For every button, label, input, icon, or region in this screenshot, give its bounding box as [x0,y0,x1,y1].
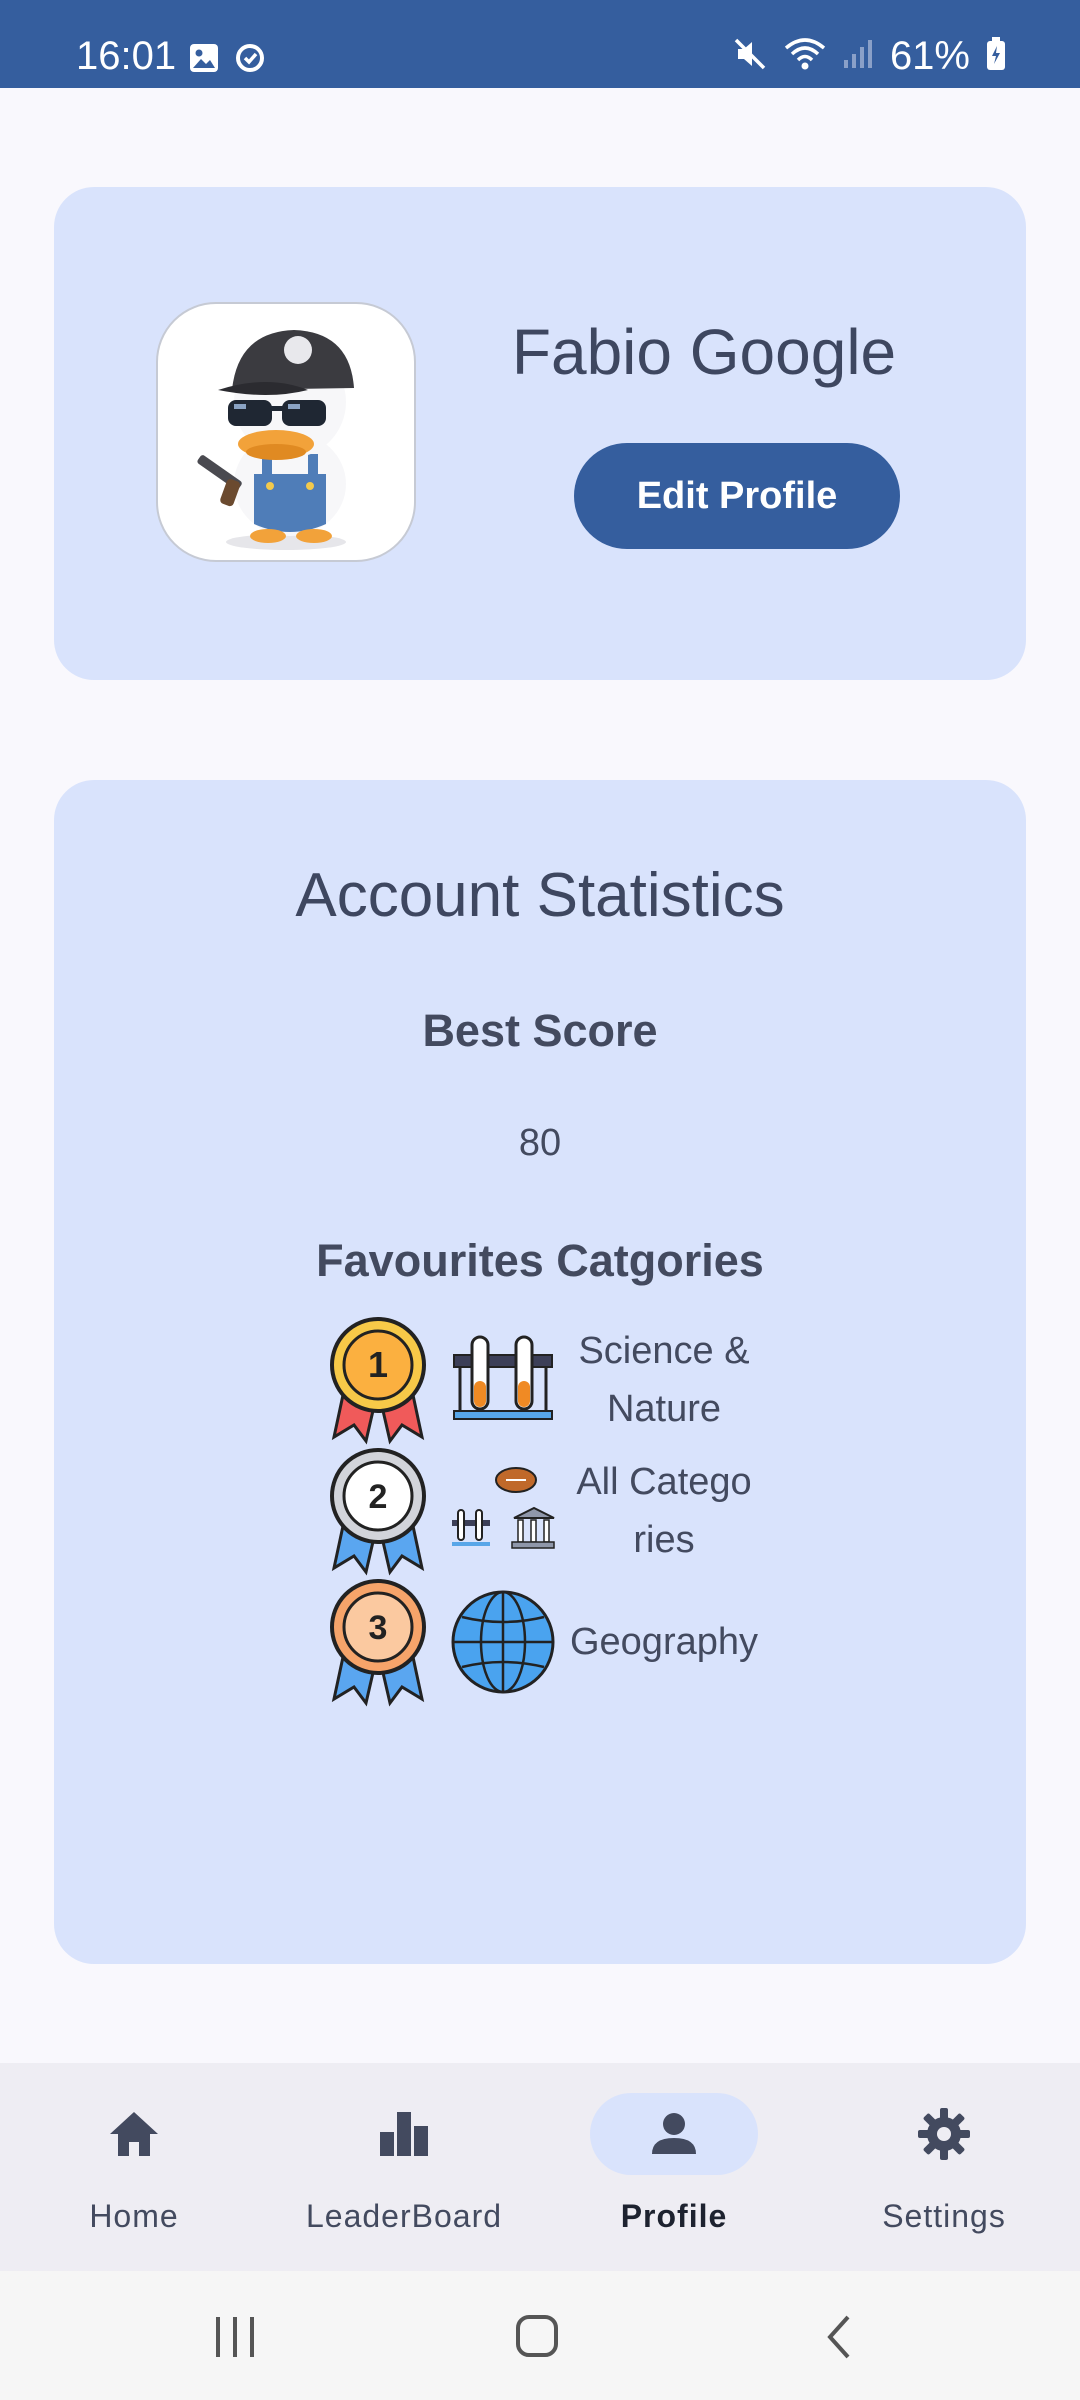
stats-title: Account Statistics [295,861,785,930]
profile-card: Fabio Google Edit Profile [54,187,1026,680]
account-statistics-card: Account Statistics Best Score 80 Favouri… [54,780,1026,1964]
favourite-category-row: 3 Geography [324,1577,804,1707]
avatar[interactable] [156,302,416,562]
battery-percent: 61% [889,34,970,78]
signal-icon [842,38,874,75]
back-icon[interactable] [822,2313,856,2361]
nav-item-home[interactable]: Home [4,2093,264,2253]
bottom-navigation: Home LeaderBoard Profile Settings [0,2063,1080,2271]
favourites-label: Favourites Catgories [316,1235,764,1286]
medal-rank: 2 [369,1478,388,1516]
best-score-value: 80 [518,1122,562,1164]
image-icon [188,42,220,79]
nav-item-settings[interactable]: Settings [814,2093,1074,2253]
category-name: All Catego ries [576,1461,752,1561]
category-name: Geography [569,1621,758,1663]
wifi-icon [784,36,826,77]
status-time: 16:01 [76,34,177,78]
gear-icon [918,2108,970,2160]
battery-icon [986,37,1006,76]
status-bar: 16:01 61% [0,0,1080,88]
bronze-medal-icon: 3 [330,1579,426,1707]
duck-avatar-icon [197,330,354,550]
nav-label-home: Home [89,2198,179,2234]
nav-item-profile[interactable]: Profile [544,2093,804,2253]
mute-icon [732,36,768,77]
silver-medal-icon: 2 [330,1448,426,1576]
nav-label-settings: Settings [882,2198,1006,2234]
home-icon [110,2112,158,2156]
recent-apps-icon[interactable] [210,2315,260,2359]
home-system-icon[interactable] [514,2313,560,2359]
system-navigation-bar [0,2271,1080,2400]
leaderboard-icon [380,2112,428,2156]
favourite-category-row: 1 Science & Nature [324,1315,804,1445]
nav-label-profile: Profile [620,2198,728,2234]
best-score-label: Best Score [422,1005,658,1056]
category-name: Science & Nature [578,1330,750,1430]
all-categories-icon [452,1467,555,1549]
medal-rank: 1 [368,1344,388,1385]
person-icon [652,2113,696,2154]
globe-icon [451,1590,555,1694]
nav-label-leaderboard: LeaderBoard [305,2198,503,2234]
medal-rank: 3 [369,1609,388,1647]
gold-medal-icon: 1 [330,1317,426,1445]
profile-name: Fabio Google [511,316,897,388]
favourite-category-row: 2 All Catego ries [324,1446,804,1576]
edit-profile-button[interactable]: Edit Profile [574,443,900,549]
test-tubes-icon [453,1335,553,1420]
sync-icon [234,42,266,79]
nav-item-leaderboard[interactable]: LeaderBoard [274,2093,534,2253]
